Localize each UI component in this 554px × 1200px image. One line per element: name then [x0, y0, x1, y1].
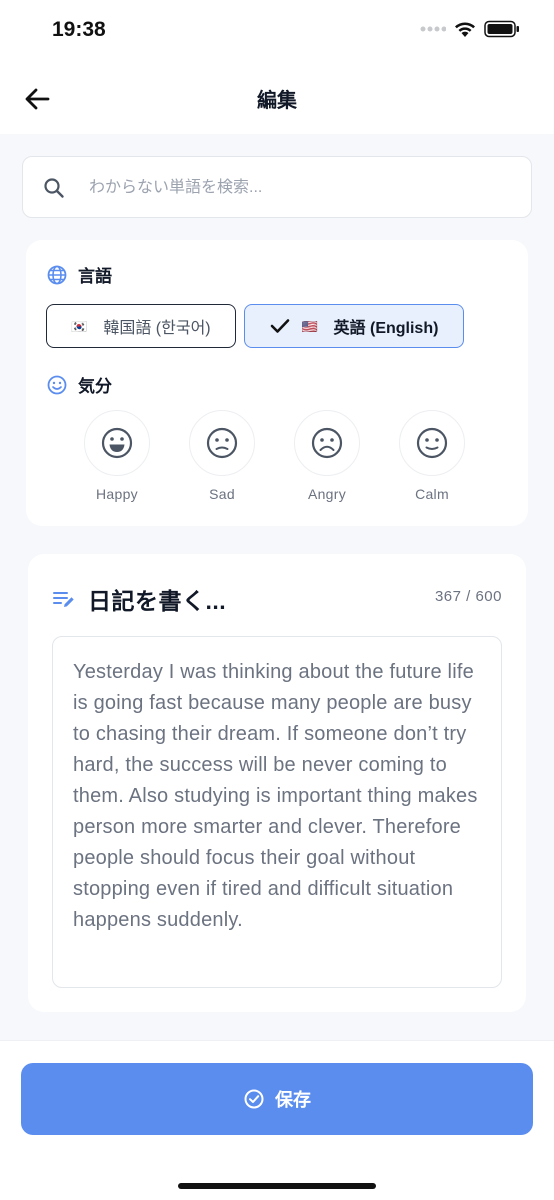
check-circle-icon [244, 1089, 264, 1109]
settings-card: 言語 🇰🇷 韓国語 (한국어) 🇺🇸 英語 (English) 気分 Happy… [26, 240, 528, 526]
edit-note-icon [53, 592, 74, 607]
language-option-korean[interactable]: 🇰🇷 韓国語 (한국어) [46, 304, 236, 348]
bottom-bar: 保存 [0, 1040, 554, 1200]
save-button-label: 保存 [275, 1090, 311, 1110]
mood-label: Angry [307, 486, 347, 502]
mood-circle [294, 410, 360, 476]
mood-option-happy[interactable]: Happy [84, 410, 150, 502]
neutral-face-icon [206, 427, 238, 459]
save-button[interactable]: 保存 [21, 1063, 533, 1135]
language-title: 言語 [78, 267, 112, 286]
diary-title: 日記を書く... [88, 588, 227, 614]
mood-options: Happy Sad Angry Calm [84, 410, 465, 502]
mood-circle [399, 410, 465, 476]
nav-bar: 編集 [0, 62, 554, 134]
globe-icon [47, 265, 67, 284]
language-option-english[interactable]: 🇺🇸 英語 (English) [244, 304, 464, 348]
mood-option-calm[interactable]: Calm [399, 410, 465, 502]
status-icons [420, 20, 520, 38]
mood-option-sad[interactable]: Sad [189, 410, 255, 502]
wifi-icon [455, 22, 475, 37]
mood-label: Happy [96, 486, 138, 502]
mood-circle [189, 410, 255, 476]
mood-option-angry[interactable]: Angry [294, 410, 360, 502]
checkmark-icon [270, 319, 289, 333]
mood-label: Calm [415, 486, 449, 502]
search-box[interactable] [22, 156, 532, 218]
search-input[interactable] [89, 171, 509, 205]
mood-title: 気分 [78, 377, 112, 396]
search-icon [44, 178, 64, 198]
character-count: 367 / 600 [434, 588, 502, 605]
diary-card: 日記を書く... 367 / 600 Yesterday I was think… [28, 554, 526, 1012]
calm-face-icon [416, 427, 448, 459]
status-bar: 19:38 [0, 0, 554, 62]
smiley-icon [47, 375, 67, 394]
page-title: 編集 [257, 90, 297, 112]
diary-text-area[interactable]: Yesterday I was thinking about the futur… [52, 636, 502, 988]
korea-flag-icon: 🇰🇷 [71, 319, 88, 334]
battery-icon [484, 20, 519, 38]
diary-text: Yesterday I was thinking about the futur… [73, 661, 478, 931]
signal-icon [420, 26, 446, 32]
language-header: 言語 [46, 262, 112, 287]
status-time: 19:38 [52, 18, 106, 41]
sad-face-icon [311, 427, 343, 459]
home-indicator[interactable] [178, 1183, 376, 1189]
mood-circle [84, 410, 150, 476]
diary-header: 日記を書く... [52, 582, 226, 616]
happy-face-icon [101, 427, 133, 459]
usa-flag-icon: 🇺🇸 [301, 319, 318, 334]
language-options: 🇰🇷 韓国語 (한국어) 🇺🇸 英語 (English) [46, 304, 464, 348]
language-option-label: 韓国語 (한국어) [103, 320, 211, 337]
mood-header: 気分 [46, 372, 112, 397]
mood-label: Sad [209, 486, 235, 502]
language-option-label: 英語 (English) [333, 320, 439, 337]
